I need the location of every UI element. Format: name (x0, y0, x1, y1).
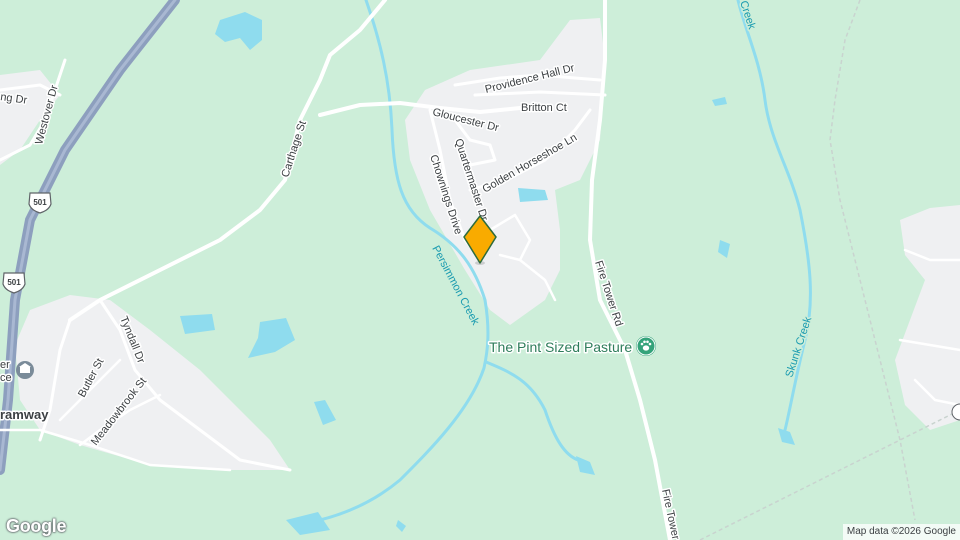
poi-the-pint-sized-pasture[interactable]: The Pint Sized Pasture (488, 336, 656, 357)
label-carthage-st: Carthage St (279, 119, 309, 179)
google-logo: Google (6, 516, 67, 536)
label-partial-tramway: ramway (0, 407, 49, 422)
map-attribution[interactable]: Map data ©2026 Google (842, 524, 960, 540)
label-partial-er: er (0, 359, 10, 371)
paw-icon[interactable] (636, 336, 656, 356)
museum-icon[interactable] (16, 361, 34, 379)
label-skunk-creek-top: Creek (737, 0, 758, 31)
svg-text:501: 501 (7, 278, 21, 287)
label-partial-ce: ce (0, 372, 12, 384)
label-fire-tower: Fire Tower (659, 488, 681, 540)
label-britton-ct: Britton Ct (521, 102, 567, 114)
map-canvas[interactable]: Providence Hall Dr Britton Ct Gloucester… (0, 0, 960, 540)
poi-label: The Pint Sized Pasture (489, 339, 632, 355)
svg-text:501: 501 (33, 198, 47, 207)
